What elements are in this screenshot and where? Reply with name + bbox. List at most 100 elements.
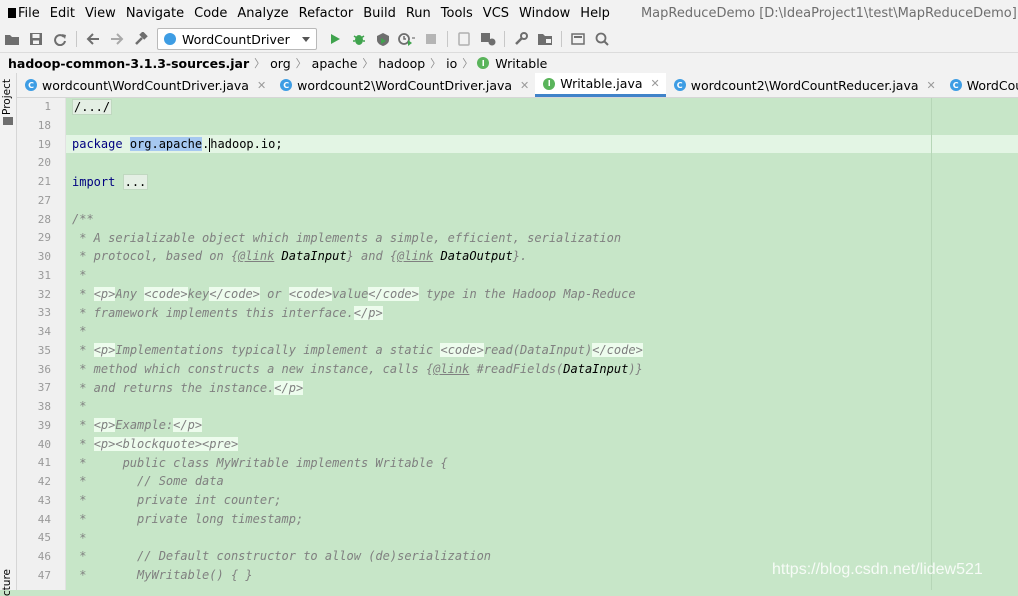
- line-number: 46: [37, 550, 51, 563]
- menu-navigate[interactable]: Navigate: [121, 6, 189, 21]
- project-tool-button[interactable]: Project: [1, 79, 13, 115]
- left-tool-strip: Project cture: [0, 73, 17, 596]
- line-number: 38: [37, 400, 51, 413]
- tab-wordcount-mapper[interactable]: C WordCountMapper.java ✕: [942, 73, 1018, 97]
- line-number: 33: [37, 306, 51, 319]
- toolbar-separator: [76, 31, 77, 47]
- open-folder-icon[interactable]: [1, 28, 23, 50]
- code-line-46: * // Default constructor to allow (de)se…: [72, 549, 492, 563]
- code-line-19: package org.apache.hadoop.io;: [72, 137, 283, 152]
- menu-tools[interactable]: Tools: [436, 6, 478, 21]
- line-number: 37: [37, 381, 51, 394]
- project-structure-icon[interactable]: [534, 28, 556, 50]
- breadcrumb-hadoop[interactable]: hadoop: [375, 56, 428, 71]
- menu-build[interactable]: Build: [358, 6, 401, 21]
- menu-help[interactable]: Help: [575, 6, 615, 21]
- settings-wrench-icon[interactable]: [510, 28, 532, 50]
- line-number: 47: [37, 569, 51, 582]
- code-line-47: * MyWritable() { }: [72, 568, 253, 582]
- code-line-34: *: [72, 324, 87, 338]
- menu-view[interactable]: View: [80, 6, 121, 21]
- tab-label: wordcount2\WordCountDriver.java: [297, 77, 513, 93]
- run-config-label: WordCountDriver: [182, 31, 290, 47]
- tab-label: wordcount2\WordCountReducer.java: [690, 77, 919, 93]
- vcs-icon[interactable]: [477, 28, 499, 50]
- close-icon[interactable]: ✕: [520, 79, 529, 92]
- coverage-icon[interactable]: [372, 28, 394, 50]
- menu-vcs[interactable]: VCS: [478, 6, 514, 21]
- menu-edit[interactable]: Edit: [45, 6, 80, 21]
- code-line-35: * <p>Implementations typically implement…: [72, 343, 643, 357]
- class-icon: C: [673, 79, 686, 91]
- watermark: https://blog.csdn.net/lidew521: [772, 561, 983, 578]
- profile-icon[interactable]: [396, 28, 418, 50]
- code-line-41: * public class MyWritable implements Wri…: [72, 456, 448, 470]
- stop-icon[interactable]: [420, 28, 442, 50]
- breadcrumb-jar[interactable]: hadoop-common-3.1.3-sources.jar: [5, 56, 252, 71]
- debug-icon[interactable]: [348, 28, 370, 50]
- code-line-28: /**: [72, 212, 94, 226]
- menu-bar: File Edit View Navigate Code Analyze Ref…: [0, 0, 1018, 26]
- class-icon: C: [25, 79, 37, 91]
- line-number: 19: [37, 138, 51, 151]
- editor-tabs: C wordcount\WordCountDriver.java ✕ C wor…: [17, 73, 1018, 98]
- breadcrumb-apache[interactable]: apache: [309, 56, 361, 71]
- line-number: 27: [37, 194, 51, 207]
- menu-refactor[interactable]: Refactor: [294, 6, 359, 21]
- interface-icon: I: [477, 57, 490, 69]
- close-icon[interactable]: ✕: [257, 79, 266, 92]
- line-number: 42: [37, 475, 51, 488]
- code-line-1: /.../: [72, 98, 113, 116]
- code-line-33: * framework implements this interface.</…: [72, 306, 383, 320]
- tab-wordcount2-driver[interactable]: C wordcount2\WordCountDriver.java ✕: [272, 73, 535, 97]
- chevron-right-icon: 〉: [462, 57, 474, 70]
- line-number: 39: [37, 419, 51, 432]
- breadcrumb-io[interactable]: io: [443, 56, 460, 71]
- code-line-43: * private int counter;: [72, 493, 282, 507]
- run-icon[interactable]: [324, 28, 346, 50]
- tab-wordcount-driver[interactable]: C wordcount\WordCountDriver.java ✕: [17, 73, 272, 97]
- save-icon[interactable]: [25, 28, 47, 50]
- back-arrow-icon[interactable]: [82, 28, 104, 50]
- line-number: 35: [37, 344, 51, 357]
- chevron-right-icon: 〉: [254, 57, 266, 70]
- close-icon[interactable]: ✕: [651, 77, 660, 90]
- line-number: 40: [37, 438, 51, 451]
- menu-analyze[interactable]: Analyze: [232, 6, 293, 21]
- structure-tool-button[interactable]: cture: [1, 569, 13, 596]
- line-number: 28: [37, 213, 51, 226]
- chevron-right-icon: 〉: [430, 57, 442, 70]
- menu-file[interactable]: File: [13, 6, 45, 21]
- menu-window[interactable]: Window: [514, 6, 575, 21]
- code-line-37: * and returns the instance.</p>: [72, 381, 304, 395]
- breadcrumb-org[interactable]: org: [267, 56, 294, 71]
- run-configuration-selector[interactable]: WordCountDriver: [157, 28, 317, 50]
- search-icon[interactable]: [591, 28, 613, 50]
- device-icon[interactable]: [453, 28, 475, 50]
- menu-code[interactable]: Code: [189, 6, 232, 21]
- tab-writable[interactable]: I Writable.java ✕: [535, 73, 666, 97]
- class-icon: C: [949, 79, 962, 91]
- line-number: 44: [37, 513, 51, 526]
- chevron-right-icon: 〉: [362, 57, 374, 70]
- text-selection: org.apache: [129, 137, 203, 151]
- code-editor[interactable]: /.../ package org.apache.hadoop.io; impo…: [66, 98, 1018, 590]
- forward-arrow-icon[interactable]: [106, 28, 128, 50]
- code-line-44: * private long timestamp;: [72, 512, 304, 526]
- folded-imports[interactable]: ...: [122, 174, 149, 190]
- folded-region[interactable]: /.../: [72, 99, 113, 115]
- sync-icon[interactable]: [49, 28, 71, 50]
- tab-label: Writable.java: [560, 76, 643, 91]
- line-number: 21: [37, 175, 51, 188]
- toolbar-separator: [446, 31, 448, 47]
- code-line-30: * protocol, based on {@link DataInput} a…: [72, 249, 528, 263]
- folder-icon[interactable]: [3, 117, 13, 125]
- line-number: 30: [37, 250, 51, 263]
- breadcrumb-writable[interactable]: Writable: [492, 56, 550, 71]
- terminal-icon[interactable]: [567, 28, 589, 50]
- line-number-gutter: 1 18 19 20 21 27 28 29 30 31 32 33 34 35…: [17, 98, 65, 590]
- tab-wordcount2-reducer[interactable]: C wordcount2\WordCountReducer.java ✕: [666, 73, 942, 97]
- close-icon[interactable]: ✕: [927, 79, 936, 92]
- build-hammer-icon[interactable]: [130, 28, 152, 50]
- menu-run[interactable]: Run: [401, 6, 436, 21]
